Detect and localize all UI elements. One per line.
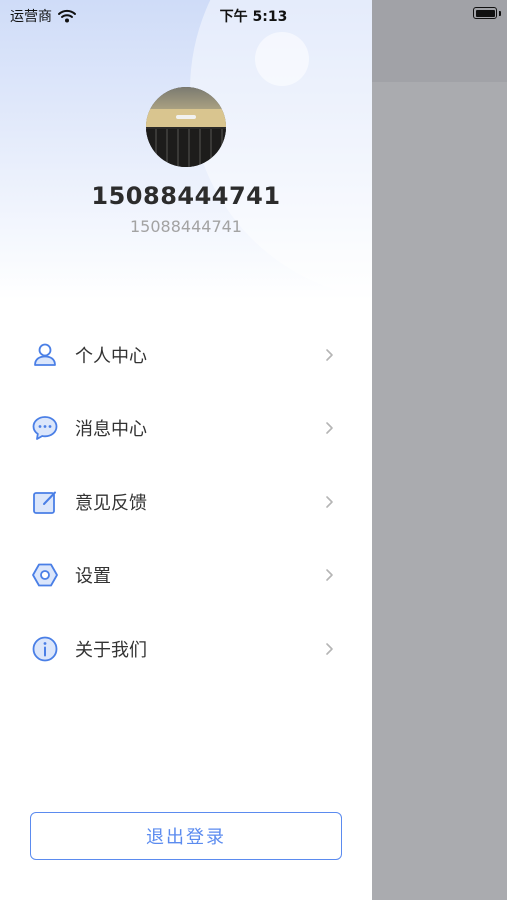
avatar[interactable] [146,87,226,167]
avatar-photo-cable [176,115,196,119]
battery-cap [499,11,501,16]
chevron-right-icon [326,569,333,582]
chevron-right-icon [326,348,333,361]
dimmed-overlay[interactable] [372,0,507,900]
logout-button[interactable]: 退出登录 [30,812,342,860]
status-bar: 运营商 下午 5:13 [0,0,507,28]
menu-item-message-center[interactable]: 消息中心 [0,392,372,466]
menu-item-label: 意见反馈 [75,492,147,514]
menu-item-label: 关于我们 [75,639,147,661]
chevron-right-icon [326,495,333,508]
menu-item-label: 设置 [75,566,111,588]
battery-icon [473,7,497,19]
screen: 15088444741 15088444741 个人中心 消息中心 意见反馈 设… [0,0,507,900]
status-time: 下午 5:13 [219,9,288,25]
side-drawer: 15088444741 15088444741 个人中心 消息中心 意见反馈 设… [0,0,372,900]
user-icon [34,343,56,366]
chevron-right-icon [326,422,333,435]
user-name: 15088444741 [91,182,281,210]
message-icon [32,416,58,441]
avatar-photo-keys [146,129,226,167]
menu-item-settings[interactable]: 设置 [0,539,372,613]
header-decor-bubble [255,32,309,86]
menu-item-feedback[interactable]: 意见反馈 [0,465,372,539]
drawer-menu: 个人中心 消息中心 意见反馈 设置 关于我们 [0,318,372,686]
chevron-right-icon [326,642,333,655]
battery-fill [475,9,495,17]
menu-item-label: 消息中心 [75,419,147,441]
menu-item-profile-center[interactable]: 个人中心 [0,318,372,392]
feedback-edit-icon [33,491,56,514]
menu-item-about-us[interactable]: 关于我们 [0,612,372,686]
info-icon [32,636,58,662]
user-account: 15088444741 [130,217,242,236]
settings-hexagon-icon [32,563,58,587]
menu-item-label: 个人中心 [75,345,147,367]
